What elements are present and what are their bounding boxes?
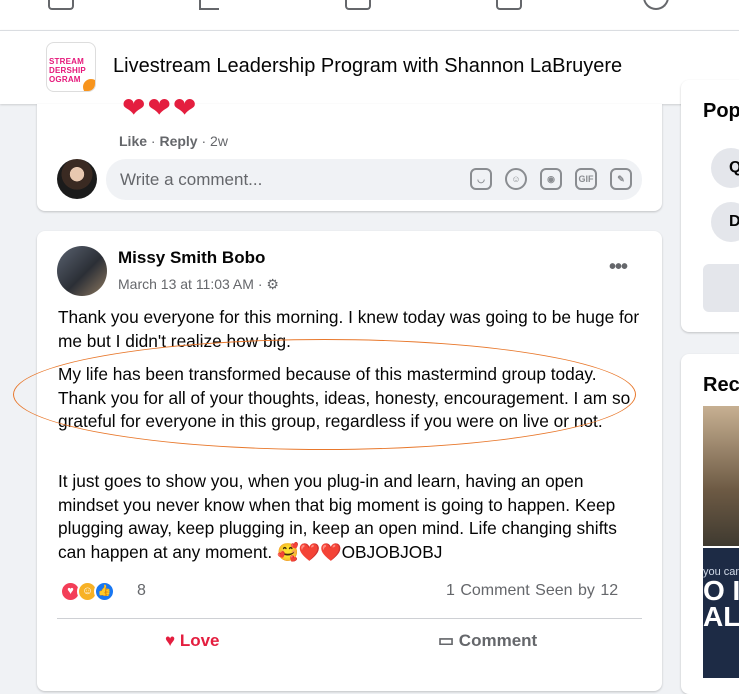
camera-icon[interactable]: ◉ [540,168,562,190]
marketplace-icon[interactable] [496,0,522,10]
comment-age[interactable]: 2w [210,133,228,149]
post-date[interactable]: March 13 at 11:03 AM · ⚙ [118,276,279,293]
avatar-sticker-icon[interactable]: ✎ [610,168,632,190]
reply-link[interactable]: Reply [159,133,197,149]
home-icon[interactable] [48,0,74,10]
comment-icon: ▭ [438,631,459,650]
recent-media-card: Rec you can O I ALL [681,354,739,694]
comment-count[interactable]: 1 Comment [446,582,530,599]
comment-placeholder: Write a comment... [120,170,263,189]
author-name[interactable]: Missy Smith Bobo [118,248,265,268]
post-card [37,231,662,691]
topic-chip[interactable]: D [711,202,739,242]
group-title[interactable]: Livestream Leadership Program with Shann… [113,55,622,78]
love-button[interactable]: ♥ Love [165,631,220,651]
group-logo[interactable]: STREAM DERSHIP OGRAM [46,42,96,92]
comment-label: Comment [458,631,538,650]
author-avatar[interactable] [57,246,107,296]
see-more-button[interactable] [703,264,739,312]
post-paragraph-3: It just goes to show you, when you plug-… [58,471,617,562]
groups-icon[interactable] [643,0,669,10]
post-timestamp[interactable]: March 13 at 11:03 AM · [118,276,266,292]
avatar[interactable] [57,159,97,199]
watch-icon[interactable] [345,0,371,10]
more-options-icon[interactable]: ••• [609,256,628,279]
flag-icon[interactable] [199,0,219,10]
comment-meta: Like · Reply · 2w [119,133,228,149]
heart-icon: ♥ [165,631,180,650]
seen-count[interactable]: Seen by 12 [535,582,618,599]
comment-input[interactable]: Write a comment... ◡ ☺ ◉ GIF ✎ [106,159,642,200]
top-navigation [0,0,739,30]
divider [57,618,642,619]
media-thumbnail[interactable] [703,406,739,546]
group-header: STREAM DERSHIP OGRAM Livestream Leadersh… [0,30,739,104]
love-label: Love [179,631,220,650]
like-reaction-icon: 👍 [94,581,115,602]
group-privacy-icon: ⚙ [266,276,279,292]
annotation-oval [13,339,636,450]
emoji-icon[interactable]: ☺ [505,168,527,190]
like-link[interactable]: Like [119,133,147,149]
media-thumbnail[interactable]: you can O I ALL [703,548,739,678]
recent-heading: Rec [703,374,739,396]
heart-emojis: ❤❤❤ [122,92,199,123]
sticker-icon[interactable]: ◡ [470,168,492,190]
comment-button[interactable]: ▭ Comment [438,631,537,651]
promo-text: O I ALL [703,575,739,632]
popular-topics-card: Pop Q D [681,80,739,332]
popular-heading: Pop [703,100,739,122]
post-stats: 1 Comment Seen by 12 [446,582,618,600]
topic-chip[interactable]: Q [711,148,739,188]
reaction-count[interactable]: 8 [137,582,146,600]
gif-icon[interactable]: GIF [575,168,597,190]
reaction-icons[interactable]: ♥ ☺ 👍 [60,581,115,602]
